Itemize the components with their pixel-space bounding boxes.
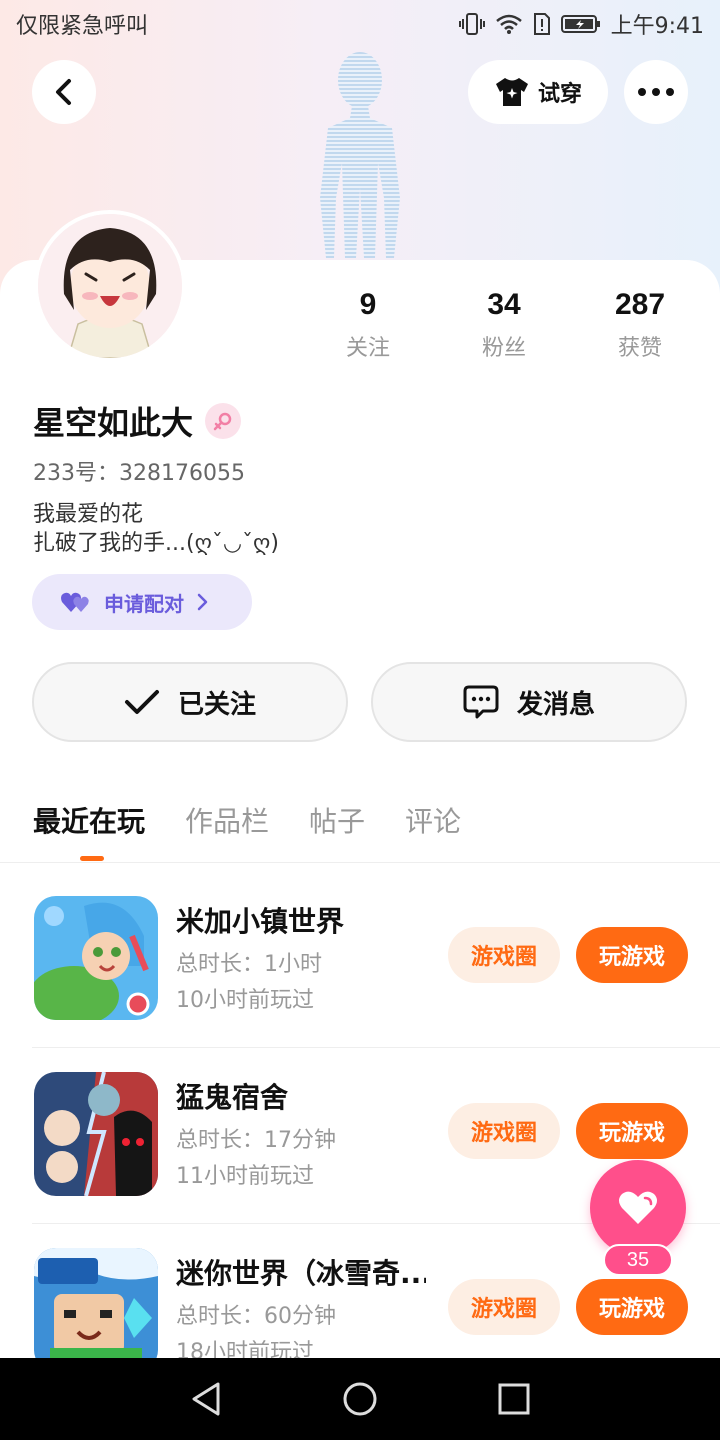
- game-last-played: 18小时前玩过: [176, 1340, 314, 1358]
- nav-home-icon[interactable]: [342, 1381, 378, 1417]
- game-duration: 总时长：60分钟: [176, 1304, 336, 1329]
- stat-following[interactable]: 9 关注: [300, 288, 436, 362]
- play-game-button[interactable]: 玩游戏: [576, 1103, 688, 1159]
- play-game-button[interactable]: 玩游戏: [576, 927, 688, 983]
- game-last-played: 10小时前玩过: [176, 988, 314, 1013]
- game-title: 迷你世界（冰雪奇...: [176, 1257, 426, 1290]
- game-circle-button[interactable]: 游戏圈: [448, 927, 560, 983]
- status-bar: 仅限紧急呼叫 上午9:41: [0, 0, 720, 48]
- system-nav-bar: [0, 1358, 720, 1440]
- stat-label: 粉丝: [481, 336, 526, 361]
- avatar[interactable]: [34, 210, 186, 362]
- stat-followers[interactable]: 34 粉丝: [436, 288, 572, 362]
- tab-posts[interactable]: 帖子: [309, 800, 365, 840]
- stat-likes[interactable]: 287 获赞: [572, 288, 708, 362]
- nickname: 星空如此大: [33, 398, 242, 444]
- chevron-right-icon: [197, 593, 208, 611]
- game-list-item[interactable]: 米加小镇世界 总时长：1小时 10小时前玩过 游戏圈 玩游戏: [0, 872, 720, 1048]
- apply-pair-label: 申请配对: [104, 591, 184, 616]
- game-icon-miga-town[interactable]: [34, 896, 158, 1020]
- game-title: 米加小镇世界: [176, 905, 345, 938]
- stat-label: 获赞: [617, 336, 662, 361]
- wifi-icon: [495, 14, 522, 34]
- game-icon-haunted-dorm[interactable]: [34, 1072, 158, 1196]
- game-last-played: 11小时前玩过: [176, 1164, 314, 1189]
- status-icons: 上午9:41: [458, 8, 704, 40]
- followed-button[interactable]: 已关注: [32, 662, 348, 742]
- tab-works[interactable]: 作品栏: [185, 800, 269, 840]
- game-circle-button[interactable]: 游戏圈: [448, 1103, 560, 1159]
- sim-alert-icon: [533, 13, 550, 35]
- bio: 我最爱的花 扎破了我的手...(ღˇ◡ˇღ): [33, 500, 279, 558]
- more-dots-icon: [638, 88, 674, 96]
- carrier-text: 仅限紧急呼叫: [16, 14, 149, 39]
- stat-value: 34: [487, 288, 521, 321]
- avatar-3d-figure[interactable]: [300, 48, 420, 263]
- user-id: 233号：328176055: [33, 461, 245, 486]
- game-title: 猛鬼宿舍: [176, 1081, 289, 1114]
- double-heart-icon: [61, 592, 89, 612]
- vibrate-icon: [458, 13, 485, 35]
- game-duration: 总时长：17分钟: [176, 1128, 336, 1153]
- nav-back-icon[interactable]: [190, 1381, 222, 1417]
- tabs-divider: [0, 862, 720, 863]
- female-icon: [205, 403, 242, 439]
- send-message-button[interactable]: 发消息: [371, 662, 687, 742]
- stat-value: 287: [614, 288, 666, 321]
- game-circle-button[interactable]: 游戏圈: [448, 1279, 560, 1335]
- game-icon-mini-world[interactable]: [34, 1248, 158, 1358]
- apply-pair-button[interactable]: 申请配对: [32, 574, 252, 630]
- like-fab-button[interactable]: [590, 1160, 686, 1256]
- tshirt-icon: [495, 78, 528, 106]
- send-message-label: 发消息: [516, 689, 595, 720]
- nickname-text: 星空如此大: [33, 404, 194, 442]
- checkmark-icon: [124, 690, 159, 714]
- try-on-label: 试穿: [537, 82, 582, 107]
- heart-icon: [619, 1191, 657, 1224]
- tab-recently-played[interactable]: 最近在玩: [33, 800, 145, 861]
- game-duration: 总时长：1小时: [176, 952, 322, 977]
- clock-text: 上午9:41: [610, 14, 704, 39]
- nav-recents-icon[interactable]: [498, 1383, 530, 1415]
- try-on-button[interactable]: 试穿: [468, 60, 608, 124]
- followed-label: 已关注: [177, 689, 256, 720]
- play-game-button[interactable]: 玩游戏: [576, 1279, 688, 1335]
- like-count-badge: 35: [603, 1244, 673, 1276]
- tab-comments[interactable]: 评论: [405, 800, 461, 840]
- profile-stats: 9 关注 34 粉丝 287 获赞: [300, 288, 720, 362]
- stat-label: 关注: [345, 336, 390, 361]
- chat-bubble-icon: [463, 685, 499, 719]
- battery-icon: [560, 15, 600, 33]
- stat-value: 9: [359, 288, 377, 321]
- profile-tabs: 最近在玩 作品栏 帖子 评论: [33, 800, 461, 861]
- back-button[interactable]: [32, 60, 96, 124]
- bio-line: 我最爱的花: [33, 502, 144, 527]
- avatar-illustration: [38, 214, 182, 358]
- bio-line: 扎破了我的手...(ღˇ◡ˇღ): [33, 531, 279, 556]
- chevron-left-icon: [56, 79, 71, 105]
- more-button[interactable]: [624, 60, 688, 124]
